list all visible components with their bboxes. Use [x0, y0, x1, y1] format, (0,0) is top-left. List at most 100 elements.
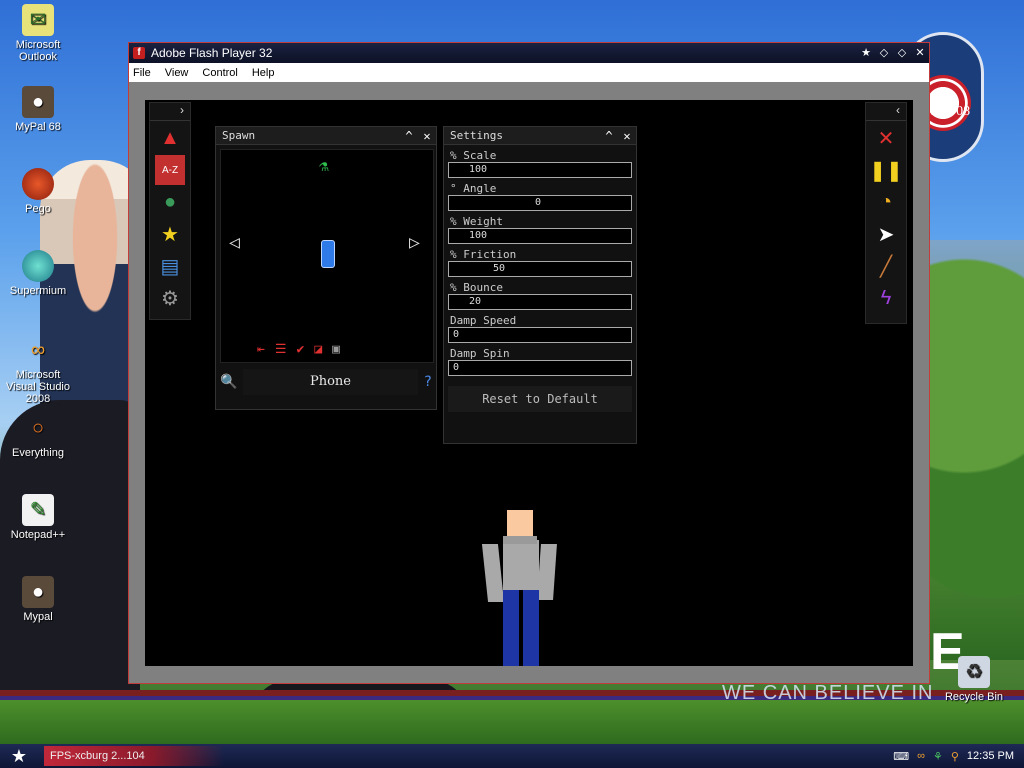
desktop-icon-pego[interactable]: Pego	[0, 168, 76, 215]
pause-icon[interactable]: ❚❚	[869, 155, 903, 185]
flask-icon[interactable]: ⚗	[319, 156, 329, 175]
angle-field[interactable]: 0	[448, 195, 632, 211]
exit-tab-icon[interactable]: ⇤	[257, 342, 265, 357]
bounce-field[interactable]: 20	[448, 294, 632, 310]
lightning-icon[interactable]: ϟ	[871, 283, 901, 313]
mypal-raccoon-icon: ●	[22, 86, 54, 118]
desktop-icon-mypal-68[interactable]: ● MyPal 68	[0, 86, 76, 133]
search-icon[interactable]: 🔍	[220, 374, 237, 390]
ragdoll-left-arm[interactable]	[481, 544, 505, 602]
menu-help[interactable]: Help	[252, 67, 275, 79]
shape-tab-icon[interactable]: ◪	[314, 342, 322, 357]
ragdoll-right-leg[interactable]	[523, 590, 539, 666]
binoculars-icon[interactable]: ∞	[917, 750, 925, 762]
help-info-icon[interactable]: ?	[424, 374, 432, 390]
text-a-z-icon[interactable]: A-Z	[155, 155, 185, 185]
desktop-icon-mypal[interactable]: ● Mypal	[0, 576, 76, 623]
taskbar-item[interactable]: FPS-xcburg 2...104	[44, 746, 224, 766]
start-button[interactable]: ★	[0, 744, 38, 768]
network-icon[interactable]: ⚘	[933, 750, 943, 763]
checkmark-tab-icon[interactable]: ✔	[296, 342, 304, 357]
pin-icon[interactable]: ★	[857, 45, 875, 61]
window-title: Adobe Flash Player 32	[151, 46, 273, 60]
supermium-icon	[22, 250, 54, 282]
weight-label: % Weight	[450, 215, 503, 228]
desktop-icon-visual-studio[interactable]: ∞ Microsoft Visual Studio 2008	[0, 334, 76, 405]
minimize-button[interactable]: ◇	[875, 45, 893, 61]
star-icon[interactable]: ★	[155, 219, 185, 249]
ragdoll-left-leg[interactable]	[503, 590, 519, 666]
window-menubar: File View Control Help	[129, 63, 929, 82]
outlook-icon: ✉	[22, 4, 54, 36]
damp-speed-field[interactable]: 0	[448, 327, 632, 343]
taskbar: ★ FPS-xcburg 2...104 ⌨ ∞ ⚘ ⚲ 12:35 PM	[0, 744, 1024, 768]
menu-control[interactable]: Control	[202, 67, 237, 79]
scale-label: % Scale	[450, 149, 497, 162]
friction-label: % Friction	[450, 248, 517, 261]
damp-spin-label: Damp Spin	[450, 347, 510, 360]
ragdoll-torso[interactable]	[503, 540, 539, 590]
menu-view[interactable]: View	[165, 67, 189, 79]
robot-tab-icon[interactable]: ▣	[332, 342, 340, 357]
stopwatch-icon[interactable]: ◔	[871, 187, 901, 217]
settings-panel-header[interactable]: Settings ^ ✕	[444, 127, 636, 145]
maximize-button[interactable]: ◇	[893, 45, 911, 61]
collapse-chevron-icon[interactable]: ^	[600, 129, 618, 143]
angle-label: ° Angle	[450, 182, 497, 195]
globe-icon[interactable]: ●	[155, 187, 185, 217]
scale-field[interactable]: 100	[448, 162, 632, 178]
flash-player-window: f Adobe Flash Player 32 ★ ◇ ◇ ✕ File Vie…	[128, 42, 930, 684]
bounce-label: % Bounce	[450, 281, 503, 294]
phone-item[interactable]	[321, 240, 335, 268]
desktop-icon-recycle-bin[interactable]: ♻ Recycle Bin	[936, 656, 1012, 703]
ragdoll-head[interactable]	[507, 510, 533, 536]
ragdoll-right-arm[interactable]	[537, 544, 557, 600]
close-icon[interactable]: ✕	[418, 129, 436, 143]
search-tray-icon[interactable]: ⚲	[951, 750, 959, 763]
spawn-category-tabs: ⇤ ☰ ✔ ◪ ▣	[257, 342, 340, 357]
close-button[interactable]: ✕	[911, 45, 929, 61]
recycle-bin-icon: ♻	[958, 656, 990, 688]
desktop-icon-outlook[interactable]: ✉ Microsoft Outlook	[0, 4, 76, 63]
spawn-panel-header[interactable]: Spawn ^ ✕	[216, 127, 436, 145]
previous-arrow-icon[interactable]: ◁	[229, 232, 240, 253]
ragdoll-neck[interactable]	[503, 536, 537, 544]
friction-field[interactable]: 50	[448, 261, 632, 277]
cursor-arrow-icon[interactable]: ➤	[871, 219, 901, 249]
delete-x-icon[interactable]: ✕	[871, 123, 901, 153]
shapes-icon[interactable]: ▲	[155, 123, 185, 153]
clock[interactable]: 12:35 PM	[967, 750, 1014, 762]
desktop-icon-everything[interactable]: ○ Everything	[0, 412, 76, 459]
spawn-panel-title: Spawn	[222, 129, 256, 142]
menu-file[interactable]: File	[133, 67, 151, 79]
flash-stage[interactable]: › ▲ A-Z ● ★ ▤ ⚙ Spawn ^ ✕ ⚗ ◁ ▷ ⇤ ☰ ✔ ◪ …	[145, 100, 913, 666]
damp-speed-label: Damp Speed	[450, 314, 517, 327]
keyboard-icon[interactable]: ⌨	[893, 750, 909, 763]
notepad-plus-plus-icon: ✎	[22, 494, 54, 526]
knife-icon[interactable]: ╱	[871, 251, 901, 281]
wallpaper-slogan: WE CAN BELIEVE IN	[722, 682, 934, 704]
settings-panel: Settings ^ ✕ % Scale 100 ° Angle 0 % Wei…	[443, 126, 637, 444]
close-icon[interactable]: ✕	[618, 129, 636, 143]
next-arrow-icon[interactable]: ▷	[409, 232, 420, 253]
spawn-footer: 🔍 Phone ?	[216, 367, 436, 397]
reset-to-default-button[interactable]: Reset to Default	[448, 386, 632, 412]
weight-field[interactable]: 100	[448, 228, 632, 244]
gear-icon[interactable]: ⚙	[155, 283, 185, 313]
collapse-left-toolbar[interactable]: ›	[150, 103, 190, 121]
desktop-icon-supermium[interactable]: Supermium	[0, 250, 76, 297]
collapse-right-toolbar[interactable]: ‹	[866, 103, 906, 121]
system-tray: ⌨ ∞ ⚘ ⚲ 12:35 PM	[877, 744, 1024, 768]
spawn-preview: ⚗ ◁ ▷ ⇤ ☰ ✔ ◪ ▣	[220, 149, 434, 363]
window-titlebar[interactable]: f Adobe Flash Player 32 ★ ◇ ◇ ✕	[129, 43, 929, 63]
damp-spin-field[interactable]: 0	[448, 360, 632, 376]
spawn-panel: Spawn ^ ✕ ⚗ ◁ ▷ ⇤ ☰ ✔ ◪ ▣ 🔍 Phone ?	[215, 126, 437, 410]
collapse-chevron-icon[interactable]: ^	[400, 129, 418, 143]
wallpaper-trees	[924, 240, 1024, 660]
desktop-icon-notepad-plus-plus[interactable]: ✎ Notepad++	[0, 494, 76, 541]
settings-panel-title: Settings	[450, 129, 503, 142]
spawn-selected-name: Phone	[243, 369, 418, 395]
save-disk-icon[interactable]: ▤	[155, 251, 185, 281]
visual-studio-icon: ∞	[30, 339, 46, 361]
settings-tab-icon[interactable]: ☰	[275, 342, 287, 357]
